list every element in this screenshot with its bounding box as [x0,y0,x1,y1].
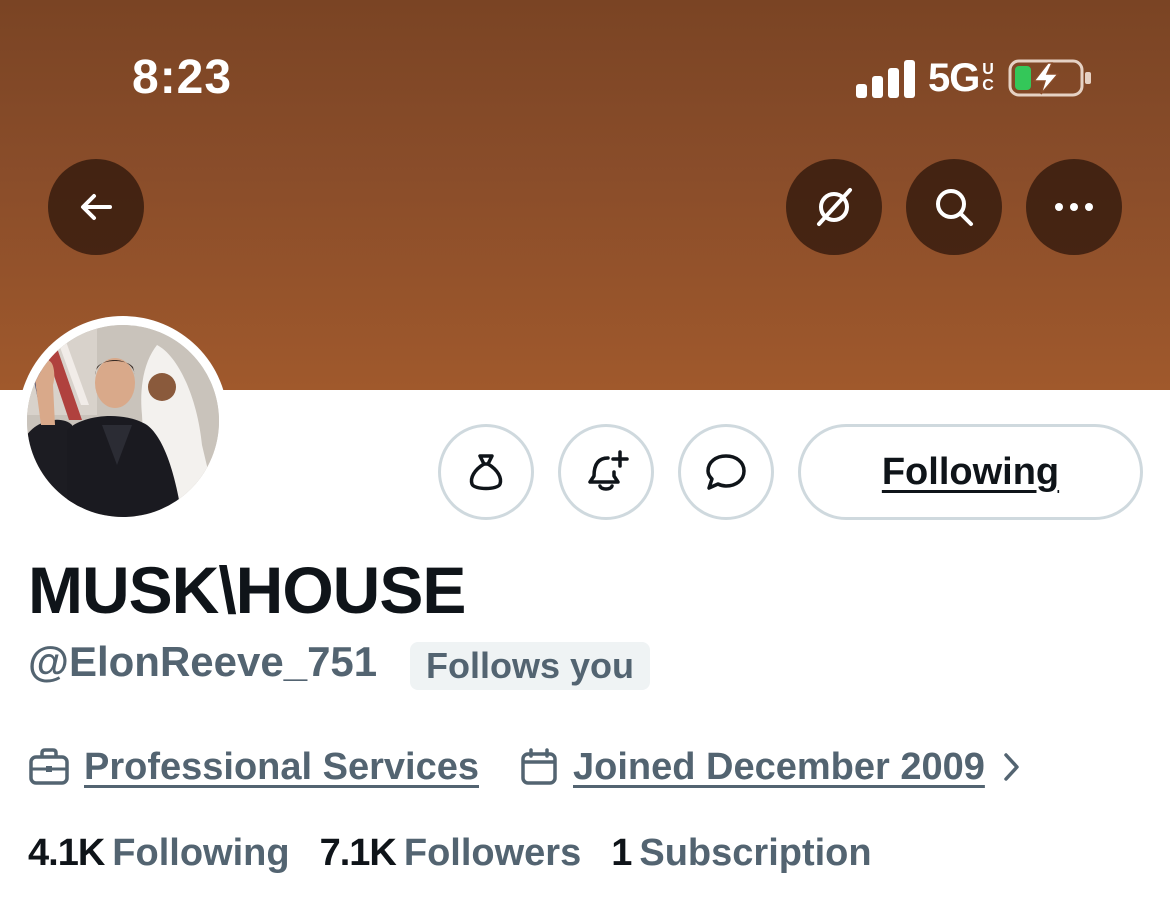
display-name: MUSK\HOUSE [28,553,466,627]
subscription-count: 1 [611,831,632,874]
followers-label: Followers [403,831,582,874]
following-count: 4.1K [28,831,105,874]
bell-plus-icon [588,450,629,491]
tip-button[interactable] [438,424,534,520]
professional-category-link[interactable]: Professional Services [84,746,479,789]
arrow-left-icon [81,194,112,220]
money-bag-icon [469,454,503,491]
grok-button[interactable] [786,159,882,255]
following-stat[interactable]: 4.1K Following [28,832,290,875]
notifications-button[interactable] [558,424,654,520]
search-icon [936,189,973,226]
back-button[interactable] [48,159,144,255]
profile-meta: Professional Services Joined December 20… [28,740,1035,794]
followers-stat[interactable]: 7.1K Followers [320,832,582,875]
network-type: 5G [928,56,980,100]
more-icon [1055,203,1093,211]
subscription-stat[interactable]: 1 Subscription [611,832,871,875]
followers-count: 7.1K [319,831,397,874]
avatar[interactable] [27,325,219,517]
user-handle: @ElonReeve_751 [28,638,378,685]
joined-date-link[interactable]: Joined December 2009 [573,746,985,789]
subscription-label: Subscription [639,831,872,874]
chevron-right-icon[interactable] [1001,751,1021,783]
message-button[interactable] [678,424,774,520]
more-options-button[interactable] [1026,159,1122,255]
search-button[interactable] [906,159,1002,255]
signal-strength-icon [856,58,916,98]
status-time: 8:23 [132,51,233,104]
battery-charging-icon [1008,58,1094,98]
grok-icon [817,188,852,226]
profile-stats: 4.1K Following 7.1K Followers 1 Subscrip… [28,826,902,880]
briefcase-icon [28,747,70,787]
following-label: Following [112,831,290,874]
following-button[interactable]: Following [798,424,1143,520]
message-icon [706,454,746,490]
follows-you-badge: Follows you [410,642,651,690]
calendar-icon [519,747,559,787]
network-type-sup: UC [982,61,994,94]
